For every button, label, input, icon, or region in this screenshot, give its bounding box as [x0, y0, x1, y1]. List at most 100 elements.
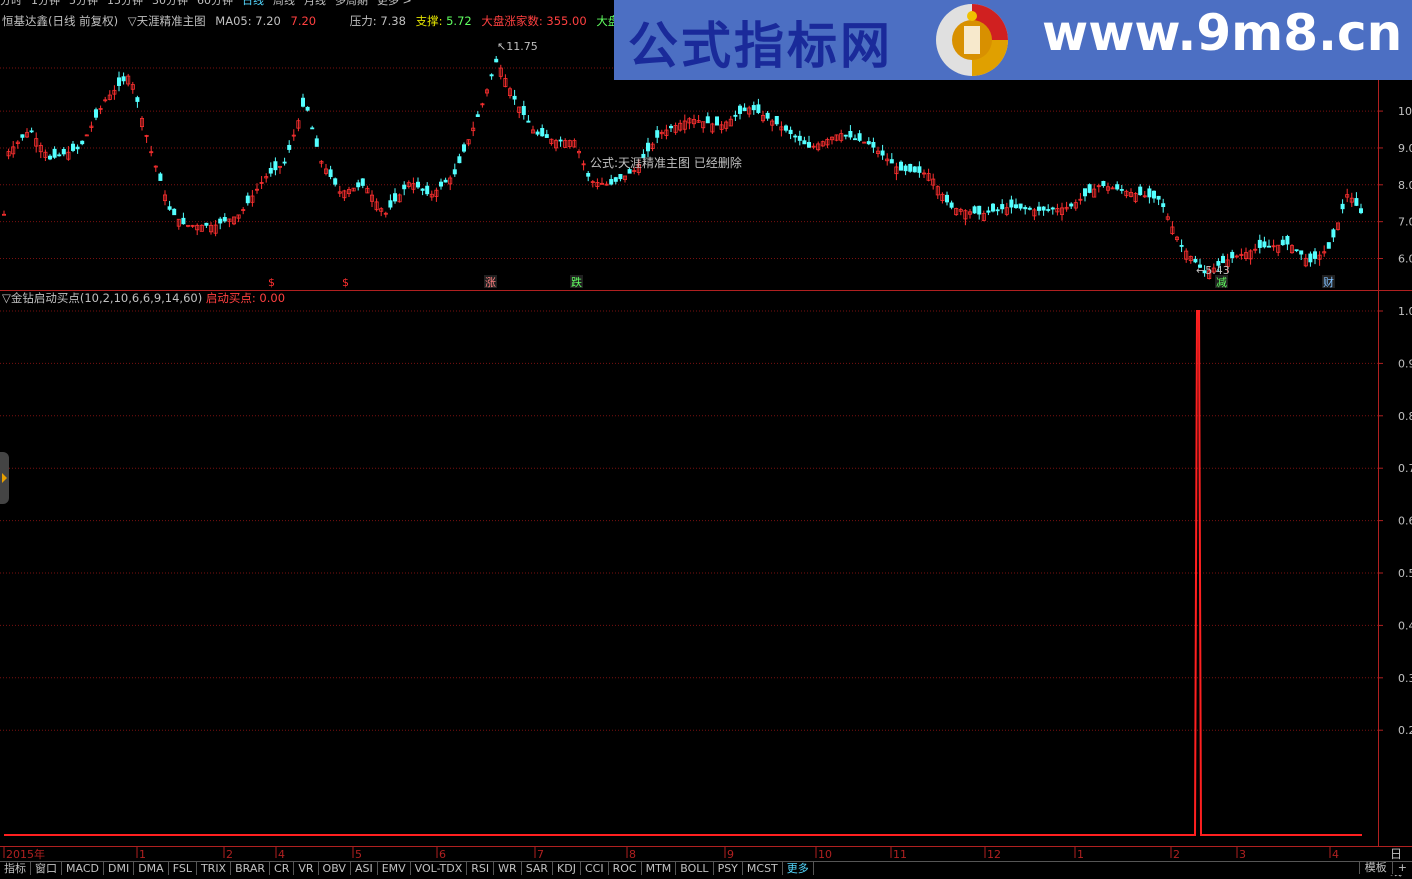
- candle-body: [526, 120, 531, 123]
- candle-body: [880, 150, 885, 156]
- signal-label: 财: [1323, 275, 1334, 289]
- indicator-tab-11[interactable]: ASI: [351, 862, 378, 875]
- candle-body: [945, 194, 950, 203]
- sub-tick-label: 0.2: [1398, 724, 1412, 737]
- indicator-name[interactable]: ▽金钻启动买点(10,2,10,6,6,9,14,60): [2, 291, 202, 305]
- price-tick-label: 10.0: [1398, 105, 1412, 118]
- candle-body: [75, 146, 80, 150]
- candle-body: [392, 193, 397, 202]
- period-tab-9[interactable]: 多周期: [335, 0, 368, 7]
- indicator-tab-4[interactable]: DMA: [134, 862, 169, 875]
- indicator-tab-21[interactable]: BOLL: [676, 862, 714, 875]
- x-axis-label: 2: [226, 848, 233, 861]
- period-tab-10[interactable]: 更多 >: [377, 0, 412, 7]
- period-tab-8[interactable]: 月线: [304, 0, 326, 7]
- candle-body: [1000, 204, 1005, 210]
- watermark-banner: 公式指标网 www.9m8.cn: [614, 0, 1412, 80]
- indicator-tab-9[interactable]: VR: [294, 862, 319, 875]
- candle-body: [903, 165, 908, 172]
- x-axis-label: 3: [1239, 848, 1246, 861]
- candle-body: [287, 144, 292, 150]
- indicator-tab-20[interactable]: MTM: [642, 862, 677, 875]
- candle-body: [489, 74, 494, 77]
- candle-body: [535, 131, 540, 135]
- x-axis-label: 2: [1173, 848, 1180, 861]
- watermark-url: www.9m8.cn: [1042, 4, 1403, 62]
- sub-tick-label: 0.6: [1398, 515, 1412, 528]
- stock-title[interactable]: 恒基达鑫(日线 前复权): [2, 14, 118, 28]
- candle-body: [618, 174, 623, 180]
- candle-body: [1027, 207, 1032, 210]
- indicator-tab-14[interactable]: RSI: [467, 862, 495, 875]
- candle-body: [1152, 190, 1157, 199]
- bottom-right-control-0[interactable]: 模板: [1358, 861, 1392, 874]
- indicator-tab-3[interactable]: DMI: [104, 862, 135, 875]
- indicator-tab-16[interactable]: SAR: [522, 862, 554, 875]
- indicator-tab-22[interactable]: PSY: [714, 862, 743, 875]
- indicator-tab-23[interactable]: MCST: [743, 862, 783, 875]
- indicator-tab-19[interactable]: ROC: [609, 862, 642, 875]
- indicator-tab-8[interactable]: CR: [270, 862, 295, 875]
- sub-tick-label: 0.7: [1398, 462, 1412, 475]
- period-tab-5[interactable]: 60分钟: [197, 0, 233, 7]
- candle-body: [218, 218, 223, 224]
- period-tab-1[interactable]: 1分钟: [31, 0, 60, 7]
- bottom-right-control-1[interactable]: +: [1391, 861, 1412, 874]
- indicator-tab-10[interactable]: OBV: [319, 862, 351, 875]
- candle-body: [1119, 189, 1124, 191]
- x-axis-label: 7: [537, 848, 544, 861]
- period-tab-6[interactable]: 日线: [242, 0, 264, 7]
- indicator-tab-24[interactable]: 更多: [783, 862, 814, 875]
- indicator-tab-7[interactable]: BRAR: [231, 862, 271, 875]
- candle-body: [356, 182, 361, 188]
- candle-body: [94, 109, 99, 118]
- x-axis-label: 4: [1332, 848, 1339, 861]
- indicator-tab-0[interactable]: 指标: [0, 862, 31, 875]
- candle-body: [1230, 251, 1235, 259]
- side-collapse-handle[interactable]: [0, 452, 9, 504]
- candle-body: [784, 125, 789, 131]
- signal-label: 涨: [485, 276, 496, 289]
- candle-body: [121, 76, 126, 82]
- candle-body: [917, 166, 922, 173]
- candle-body: [360, 178, 365, 186]
- indicator-tab-2[interactable]: MACD: [62, 862, 104, 875]
- indicator-tab-15[interactable]: WR: [494, 862, 522, 875]
- candle-body: [1294, 249, 1299, 252]
- candle-body: [328, 169, 333, 177]
- bottom-right-controls: 模板 +: [1358, 861, 1412, 874]
- period-tab-7[interactable]: 周线: [273, 0, 295, 7]
- high-price-marker: ↖11.75: [497, 40, 538, 53]
- indicator-tab-12[interactable]: EMV: [378, 862, 411, 875]
- pressure-label: 压力:: [349, 14, 377, 28]
- candle-body: [1014, 204, 1019, 209]
- candle-body: [1308, 253, 1313, 263]
- indicator-tab-13[interactable]: VOL-TDX: [411, 862, 468, 875]
- x-axis-label: 4: [278, 848, 285, 861]
- candle-body: [443, 179, 448, 183]
- candle-body: [273, 161, 278, 171]
- candle-body: [733, 114, 738, 117]
- period-tab-2[interactable]: 5分钟: [69, 0, 98, 7]
- candle-body: [866, 141, 871, 145]
- candle-body: [1161, 203, 1166, 208]
- candle-body: [738, 105, 743, 114]
- candle-body: [705, 116, 710, 124]
- period-tab-4[interactable]: 30分钟: [152, 0, 188, 7]
- sub-tick-label: 0.8: [1398, 410, 1412, 423]
- indicator-tab-18[interactable]: CCI: [581, 862, 609, 875]
- indicator-tab-1[interactable]: 窗口: [31, 862, 62, 875]
- indicator-tab-17[interactable]: KDJ: [553, 862, 581, 875]
- candle-body: [314, 138, 319, 147]
- indicator-tab-5[interactable]: FSL: [169, 862, 197, 875]
- candle-body: [1087, 184, 1092, 193]
- candle-body: [715, 116, 720, 126]
- indicator-tab-6[interactable]: TRIX: [197, 862, 232, 875]
- period-tab-3[interactable]: 15分钟: [107, 0, 143, 7]
- period-tab-0[interactable]: 分时: [0, 0, 22, 7]
- formula-name[interactable]: ▽天涯精准主图: [128, 14, 206, 28]
- candle-body: [1326, 242, 1331, 249]
- candle-body: [521, 106, 526, 116]
- candle-body: [135, 97, 140, 102]
- candle-body: [52, 148, 57, 158]
